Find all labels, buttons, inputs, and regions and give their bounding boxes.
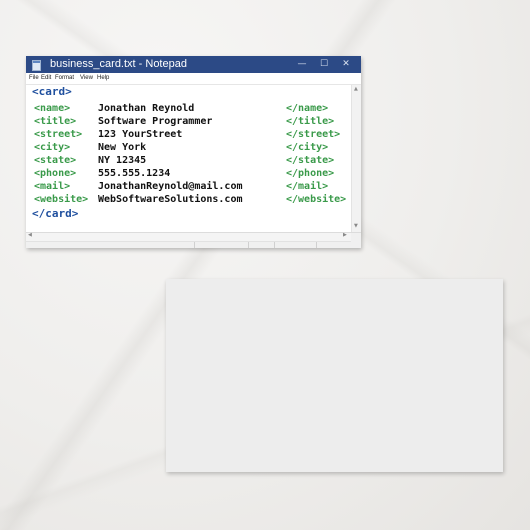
maximize-icon[interactable]: ☐ — [313, 56, 335, 73]
notepad-app-icon — [32, 60, 41, 71]
city-close-tag: </city> — [286, 142, 329, 153]
city-value: New York — [98, 142, 147, 153]
phone-open-tag: <phone> — [34, 168, 77, 179]
title-close-tag: </title> — [286, 116, 335, 127]
business-card-back — [166, 279, 503, 472]
city-open-tag: <city> — [34, 142, 71, 153]
vertical-scrollbar[interactable]: ▲ ▼ — [351, 85, 361, 232]
name-close-tag: </name> — [286, 103, 329, 114]
menu-format[interactable]: Format — [55, 73, 74, 84]
name-value: Jonathan Reynold — [98, 103, 195, 114]
title-open-tag: <title> — [34, 116, 77, 127]
menu-edit[interactable]: Edit — [41, 73, 51, 84]
status-divider — [274, 242, 275, 248]
business-card-front: business_card.txt - Notepad — ☐ ✕ File E… — [26, 56, 361, 248]
street-value: 123 YourStreet — [98, 129, 183, 140]
mail-open-tag: <mail> — [34, 181, 71, 192]
mail-value: JonathanReynold@mail.com — [98, 181, 243, 192]
close-icon[interactable]: ✕ — [335, 56, 357, 73]
scroll-up-icon[interactable]: ▲ — [354, 86, 358, 92]
menu-view[interactable]: View — [80, 73, 93, 84]
menu-bar: File Edit Format View Help — [26, 73, 361, 85]
state-open-tag: <state> — [34, 155, 77, 166]
mail-close-tag: </mail> — [286, 181, 329, 192]
menu-file[interactable]: File — [29, 73, 39, 84]
phone-close-tag: </phone> — [286, 168, 335, 179]
window-title: business_card.txt - Notepad — [50, 58, 187, 70]
menu-help[interactable]: Help — [97, 73, 109, 84]
name-open-tag: <name> — [34, 103, 71, 114]
status-divider — [248, 242, 249, 248]
phone-value: 555.555.1234 — [98, 168, 171, 179]
website-open-tag: <website> — [34, 194, 89, 205]
status-divider — [194, 242, 195, 248]
status-divider — [316, 242, 317, 248]
scroll-right-icon[interactable]: ▶ — [343, 232, 347, 238]
scroll-down-icon[interactable]: ▼ — [354, 223, 358, 229]
street-open-tag: <street> — [34, 129, 83, 140]
notepad-title-bar: business_card.txt - Notepad — ☐ ✕ — [26, 56, 361, 73]
scroll-left-icon[interactable]: ◀ — [28, 232, 32, 238]
title-value: Software Programmer — [98, 116, 213, 127]
status-bar: ◀ ▶ — [26, 232, 361, 248]
card-close-tag: </card> — [32, 207, 79, 220]
state-value: NY 12345 — [98, 155, 147, 166]
street-close-tag: </street> — [286, 129, 341, 140]
state-close-tag: </state> — [286, 155, 335, 166]
website-value: WebSoftwareSolutions.com — [98, 194, 243, 205]
card-open-tag: <card> — [32, 85, 72, 98]
horizontal-scrollbar[interactable]: ◀ ▶ — [26, 232, 351, 242]
text-editor-area[interactable]: <card> <name> Jonathan Reynold </name> <… — [26, 85, 361, 231]
minimize-icon[interactable]: — — [291, 56, 313, 73]
website-close-tag: </website> — [286, 194, 347, 205]
